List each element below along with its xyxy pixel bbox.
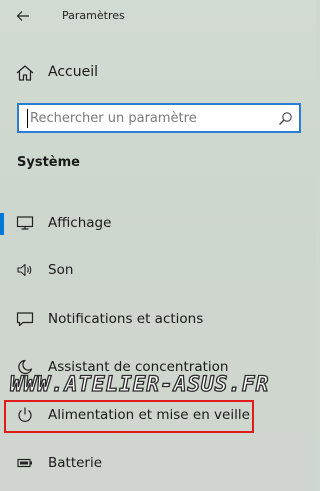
search-input[interactable] [27,109,270,128]
nav-item-label: Assistant de concentration [48,359,229,375]
app-title: Paramètres [62,9,125,22]
nav-item-label: Notifications et actions [48,311,204,327]
moon-icon [15,358,35,376]
speaker-icon [15,261,35,279]
nav-item-notifications[interactable]: Notifications et actions [0,301,316,339]
section-heading: Système [17,155,80,170]
home-label: Accueil [48,64,98,80]
nav-item-alimentation[interactable]: Alimentation et mise en veille [0,397,316,435]
selection-indicator [0,213,4,235]
notification-icon [15,310,35,328]
nav-item-assistant-concentration[interactable]: Assistant de concentration [0,349,316,387]
home-nav-item[interactable]: Accueil [0,58,316,88]
nav-item-label: Affichage [48,215,112,231]
nav-item-son[interactable]: Son [0,252,316,290]
nav-item-label: Alimentation et mise en veille [48,407,250,423]
display-icon [15,214,35,232]
back-button[interactable] [10,5,36,27]
power-icon [15,406,35,424]
back-arrow-icon [16,11,29,21]
battery-icon [15,454,35,472]
nav-item-affichage[interactable]: Affichage [0,205,316,243]
nav-item-batterie[interactable]: Batterie [0,445,316,483]
home-icon [15,64,35,82]
search-icon[interactable] [278,111,293,126]
nav-item-label: Son [48,262,74,278]
title-bar: Paramètres [0,0,316,34]
nav-item-label: Batterie [48,455,103,471]
search-box[interactable] [17,103,301,133]
settings-window: Paramètres Accueil Système [0,0,316,491]
